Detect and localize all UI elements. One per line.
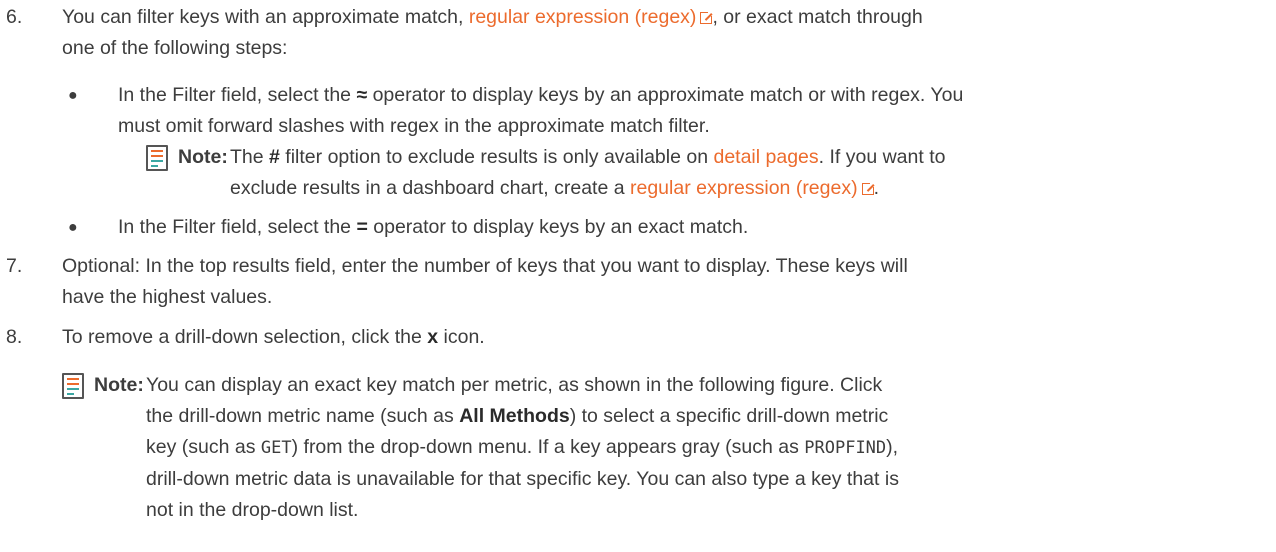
text: have the highest values. bbox=[62, 286, 273, 308]
text: In the Filter field, select the bbox=[118, 216, 357, 238]
text: The bbox=[230, 146, 270, 168]
step-text: Optional: In the top results field, ente… bbox=[62, 251, 1222, 313]
link-text[interactable]: regular expression (regex) bbox=[469, 6, 697, 28]
regex-link[interactable]: regular expression (regex) bbox=[630, 177, 876, 199]
detail-pages-link[interactable]: detail pages bbox=[713, 146, 818, 168]
bullet-dot: ● bbox=[68, 219, 78, 236]
text: exclude results in a dashboard chart, cr… bbox=[230, 177, 630, 199]
note-exclude-results: Note: The # filter option to exclude res… bbox=[146, 142, 1256, 208]
approx-operator: ≈ bbox=[356, 84, 368, 106]
note-label: Note: bbox=[94, 374, 144, 396]
text: operator to display keys by an approxima… bbox=[367, 84, 964, 106]
text: ) to select a specific drill-down metric bbox=[569, 405, 889, 427]
step-text: To remove a drill-down selection, click … bbox=[62, 322, 1222, 353]
text: You can display an exact key match per m… bbox=[146, 374, 883, 396]
bullet-dot: ● bbox=[68, 87, 78, 104]
text: key (such as bbox=[146, 436, 261, 458]
text: icon. bbox=[438, 326, 485, 348]
note-text: You can display an exact key match per m… bbox=[146, 370, 1256, 526]
hash-operator: # bbox=[269, 146, 280, 168]
text: one of the following steps: bbox=[62, 37, 288, 59]
document-page: 6. You can filter keys with an approxima… bbox=[0, 0, 1276, 552]
note-text: The # filter option to exclude results i… bbox=[230, 142, 1260, 204]
bullet-text: In the Filter field, select the ≈ operat… bbox=[118, 80, 1238, 142]
text: , or exact match through bbox=[712, 6, 923, 28]
step-number: 7. bbox=[6, 255, 23, 277]
step-number: 6. bbox=[6, 6, 23, 28]
note-icon bbox=[146, 145, 168, 171]
step-number: 8. bbox=[6, 326, 23, 348]
note-drill-down: Note: You can display an exact key match… bbox=[62, 370, 1262, 550]
text: the drill-down metric name (such as bbox=[146, 405, 460, 427]
text: ), bbox=[886, 436, 899, 458]
text: To remove a drill-down selection, click … bbox=[62, 326, 428, 348]
text: In the Filter field, select the bbox=[118, 84, 357, 106]
external-link-icon[interactable] bbox=[861, 181, 876, 195]
text: operator to display keys by an exact mat… bbox=[367, 216, 749, 238]
link-text[interactable]: regular expression (regex) bbox=[630, 177, 858, 199]
note-icon bbox=[62, 373, 84, 399]
all-methods-label: All Methods bbox=[459, 405, 570, 427]
text: drill-down metric data is unavailable fo… bbox=[146, 468, 899, 490]
text: must omit forward slashes with regex in … bbox=[118, 115, 710, 137]
step-text: You can filter keys with an approximate … bbox=[62, 2, 1222, 64]
regex-link[interactable]: regular expression (regex) bbox=[469, 6, 715, 28]
text: Optional: In the top results field, ente… bbox=[62, 255, 908, 277]
text: ) from the drop-down menu. If a key appe… bbox=[291, 436, 805, 458]
text: You can filter keys with an approximate … bbox=[62, 6, 469, 28]
bullet-text: In the Filter field, select the = operat… bbox=[118, 212, 1238, 243]
text: filter option to exclude results is only… bbox=[279, 146, 714, 168]
code-propfind: PROPFIND bbox=[804, 438, 887, 458]
note-label: Note: bbox=[178, 146, 228, 168]
text: not in the drop-down list. bbox=[146, 499, 359, 521]
text: . If you want to bbox=[818, 146, 946, 168]
external-link-icon[interactable] bbox=[700, 10, 715, 24]
x-icon-label: x bbox=[427, 326, 439, 348]
code-get: GET bbox=[260, 438, 292, 458]
equals-operator: = bbox=[356, 216, 368, 238]
